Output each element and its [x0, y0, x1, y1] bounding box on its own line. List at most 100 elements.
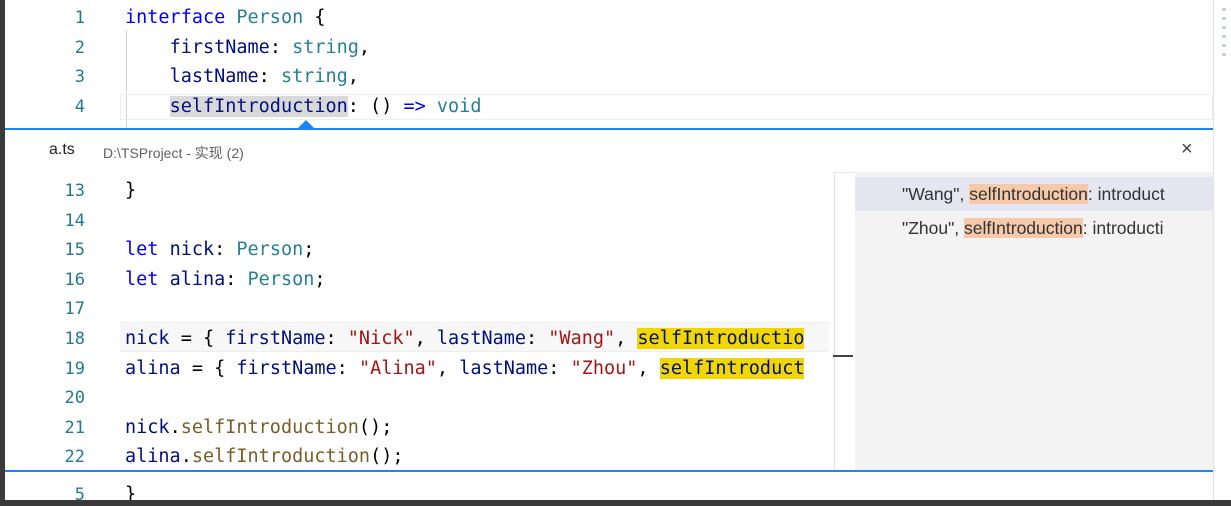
code-line[interactable]: alina.selfIntroduction(); — [125, 442, 403, 470]
line-number: 2 — [74, 37, 85, 58]
reference-prefix: "Zhou", — [902, 218, 965, 238]
minimap-marks — [1222, 8, 1226, 78]
code-token: alina — [169, 268, 226, 290]
code-token: => — [403, 95, 426, 117]
code-token: } — [125, 484, 137, 500]
code-token: : — [258, 66, 281, 87]
code-token: "Alina" — [358, 357, 437, 379]
code-token: firstName — [225, 328, 326, 349]
code-line[interactable]: let nick: Person; — [125, 235, 314, 265]
sash-handle[interactable] — [833, 355, 853, 357]
reference-suffix: : introducti — [1082, 218, 1164, 238]
line-number: 20 — [64, 388, 85, 409]
line-number: 22 — [64, 447, 85, 468]
peek-editor[interactable]: 13} 14 15 let nick: Person; 16 let alina: Per… — [5, 172, 834, 470]
line-number: 15 — [64, 240, 85, 261]
code-line[interactable]: } — [125, 176, 136, 206]
code-token: (); — [370, 446, 404, 468]
code-token: : — [214, 239, 237, 261]
line-number: 1 — [74, 8, 85, 28]
window-frame-bottom — [0, 500, 1231, 506]
code-token: lastName — [169, 66, 259, 87]
code-token: ; — [303, 239, 315, 261]
code-token: selfIntroduction — [180, 416, 359, 438]
code-token: { — [303, 7, 326, 28]
code-token: selfIntroduct — [659, 357, 805, 379]
code-token: : — [548, 357, 571, 379]
peek-reference-list: "Wang", selfIntroduction: introduct "Zhou… — [855, 172, 1213, 470]
close-icon[interactable]: × — [1181, 138, 1193, 161]
reference-prefix: "Wang", — [902, 184, 970, 204]
line-number: 13 — [64, 181, 85, 201]
code-token: firstName — [236, 357, 337, 379]
line-number: 5 — [74, 485, 85, 500]
code-token: nick — [125, 328, 170, 349]
code-token: void — [436, 95, 482, 117]
code-token: . — [169, 416, 181, 438]
reference-match: selfIntroduction — [969, 184, 1088, 204]
peek-file-name[interactable]: a.ts — [49, 141, 75, 159]
code-token: , — [358, 36, 371, 58]
code-line[interactable]: let alina: Person; — [125, 265, 326, 295]
line-number: 4 — [74, 96, 85, 117]
code-token: alina — [125, 446, 181, 468]
code-line[interactable]: selfIntroduction: () => void — [125, 92, 481, 122]
reference-suffix: : introduct — [1087, 184, 1165, 204]
line-number: 19 — [64, 358, 85, 379]
code-token: lastName — [436, 328, 527, 349]
code-token: let — [125, 239, 159, 261]
code-token: selfIntroduction — [169, 95, 348, 117]
line-number: 16 — [64, 269, 85, 290]
code-token: , — [436, 357, 460, 379]
code-line[interactable]: } — [125, 480, 136, 500]
code-token: "Zhou" — [570, 357, 638, 379]
code-token: lastName — [459, 357, 549, 379]
line-number: 14 — [64, 210, 85, 231]
code-line[interactable]: firstName: string, — [125, 33, 371, 63]
code-token: nick — [125, 416, 170, 438]
code-token: interface — [125, 7, 226, 28]
code-token: = { — [169, 328, 226, 349]
code-token: alina — [125, 357, 181, 379]
code-token: string — [292, 36, 359, 58]
code-token: , — [637, 357, 660, 379]
code-token: . — [180, 446, 192, 468]
reference-item[interactable]: "Wang", selfIntroduction: introduct — [855, 177, 1213, 211]
code-token: = { — [180, 357, 237, 379]
code-token: : — [336, 357, 359, 379]
code-token: Person — [236, 7, 304, 28]
code-token: nick — [169, 239, 215, 261]
peek-path-info: D:\TSProject - 实现 (2) — [103, 145, 244, 161]
code-token: Person — [236, 239, 304, 261]
top-editor[interactable]: 1 interface Person {2 firstName: string, 3… — [5, 0, 1213, 128]
code-line[interactable]: nick.selfIntroduction(); — [125, 413, 392, 443]
line-number: 3 — [74, 67, 85, 87]
code-line[interactable]: lastName: string, — [125, 62, 359, 92]
code-token: firstName — [169, 36, 270, 58]
line-number: 18 — [64, 329, 85, 349]
code-token: (); — [358, 416, 393, 438]
code-token: : — [225, 268, 248, 290]
code-token: selfIntroductio — [637, 328, 805, 349]
code-token: , — [615, 328, 638, 349]
bottom-editor[interactable]: 5} — [5, 474, 1213, 500]
code-token: "Nick" — [347, 328, 415, 349]
code-line[interactable]: interface Person { — [125, 3, 326, 33]
code-token: , — [414, 328, 437, 349]
peek-divider[interactable] — [834, 172, 835, 470]
code-token: selfIntroduction — [191, 446, 371, 468]
code-line[interactable]: nick = { firstName: "Nick", lastName: "W… — [125, 324, 805, 354]
code-token: "Wang" — [548, 328, 616, 349]
code-token: , — [347, 66, 359, 87]
code-line[interactable]: alina = { firstName: "Alina", lastName: … — [125, 354, 805, 384]
code-token: Person — [247, 268, 315, 290]
line-number: 21 — [64, 417, 85, 438]
reference-item[interactable]: "Zhou", selfIntroduction: introducti — [855, 211, 1213, 245]
